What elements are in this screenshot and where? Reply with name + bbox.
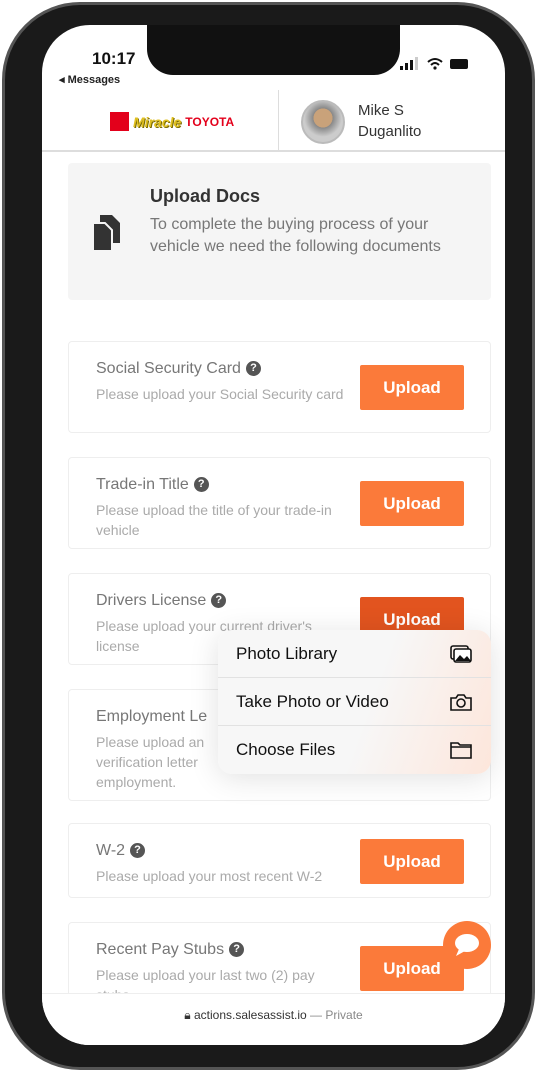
doc-card-w2: W-2? Please upload your most recent W-2 …	[68, 823, 491, 898]
screen: 10:17 ◂ Messages Miracle TOYOTA Mike S Du…	[42, 25, 505, 1045]
upload-button[interactable]: Upload	[360, 481, 464, 526]
help-icon[interactable]: ?	[130, 843, 146, 858]
intro-text: To complete the buying process of your v…	[150, 216, 441, 255]
upload-button[interactable]: Upload	[360, 365, 464, 410]
private-label: — Private	[310, 1008, 363, 1022]
help-icon[interactable]: ?	[193, 477, 209, 492]
divider	[278, 90, 279, 152]
intro-card: Upload Docs To complete the buying proce…	[68, 163, 491, 300]
help-icon[interactable]: ?	[211, 593, 227, 608]
photo-library-icon	[450, 644, 472, 663]
menu-item-photo-library[interactable]: Photo Library	[218, 630, 491, 678]
status-time: 10:17	[92, 49, 136, 68]
dealer-logo[interactable]: Miracle TOYOTA	[110, 112, 234, 131]
browser-url-bar[interactable]: 🔒︎ actions.salesassist.io — Private	[42, 993, 505, 1045]
chat-button[interactable]	[443, 921, 491, 969]
lock-icon: 🔒︎	[184, 1008, 191, 1022]
help-icon[interactable]: ?	[229, 942, 245, 957]
status-icons	[400, 57, 468, 70]
doc-card-trade-in: Trade-in Title? Please upload the title …	[68, 457, 491, 549]
intro-title: Upload Docs	[150, 186, 261, 206]
documents-icon	[92, 215, 120, 252]
url-text: actions.salesassist.io	[193, 1008, 307, 1022]
header: Miracle TOYOTA Mike S Duganlito	[42, 90, 505, 152]
camera-icon	[450, 693, 472, 711]
menu-item-choose-files[interactable]: Choose Files	[218, 726, 491, 774]
phone-frame: 10:17 ◂ Messages Miracle TOYOTA Mike S Du…	[2, 2, 535, 1070]
back-to-messages[interactable]: ◂ Messages	[59, 73, 120, 86]
doc-card-ssn: Social Security Card? Please upload your…	[68, 341, 491, 433]
chat-bubble-icon	[455, 934, 479, 956]
notch	[147, 25, 400, 75]
folder-icon	[450, 742, 472, 759]
agent-name: Mike S Duganlito	[358, 102, 422, 140]
avatar	[301, 100, 345, 144]
upload-button[interactable]: Upload	[360, 839, 464, 884]
help-icon[interactable]: ?	[245, 361, 261, 376]
upload-source-menu: Photo Library Take Photo or Video Choose…	[218, 630, 491, 774]
menu-item-take-photo[interactable]: Take Photo or Video	[218, 678, 491, 726]
toyota-emblem-icon	[110, 112, 129, 131]
